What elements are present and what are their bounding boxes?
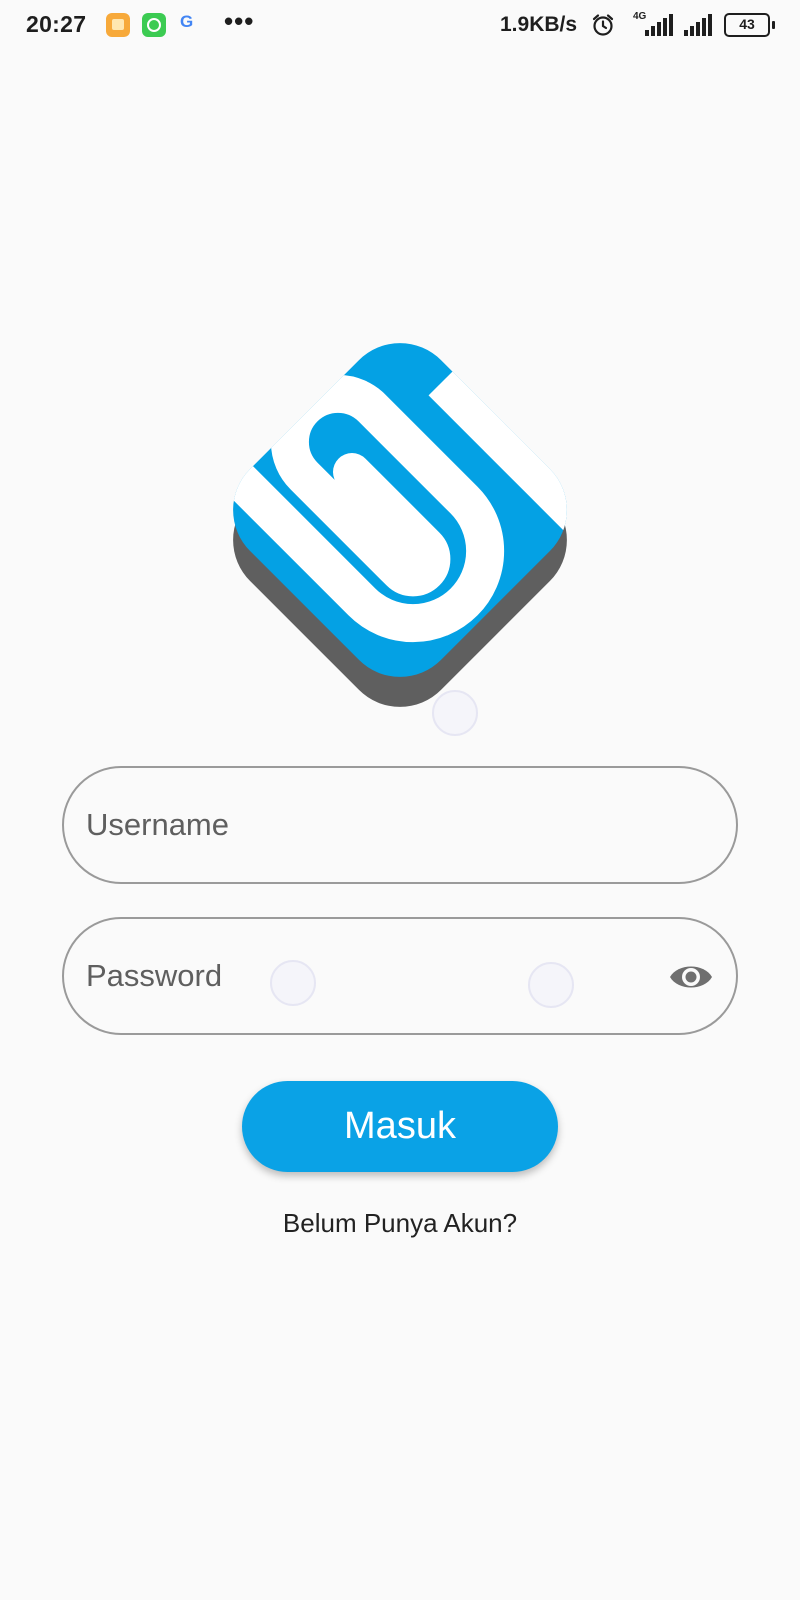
alarm-icon: [592, 14, 614, 36]
username-input[interactable]: [86, 768, 646, 882]
password-field[interactable]: [62, 917, 738, 1035]
status-bar: 20:27 G ••• 1.9KB/s 4G 43: [0, 0, 800, 50]
username-field[interactable]: [62, 766, 738, 884]
register-link[interactable]: Belum Punya Akun?: [0, 1208, 800, 1239]
login-screen: 20:27 G ••• 1.9KB/s 4G 43 Username Masuk…: [0, 0, 800, 1600]
more-notifications-icon: •••: [224, 6, 255, 36]
network-speed: 1.9KB/s: [500, 13, 578, 36]
status-time: 20:27: [26, 11, 87, 37]
signal-icon: [645, 14, 673, 36]
touch-ripple: [270, 960, 316, 1006]
whatsapp-icon: [142, 13, 166, 37]
eye-icon[interactable]: [668, 959, 714, 995]
touch-ripple: [528, 962, 574, 1008]
login-button[interactable]: Masuk: [242, 1081, 558, 1172]
notes-icon: [106, 13, 130, 37]
s-logo: [212, 343, 588, 707]
touch-ripple: [432, 690, 478, 736]
google-icon: G: [180, 12, 194, 31]
signal-icon: [684, 14, 712, 36]
battery-icon: 43: [724, 13, 775, 37]
